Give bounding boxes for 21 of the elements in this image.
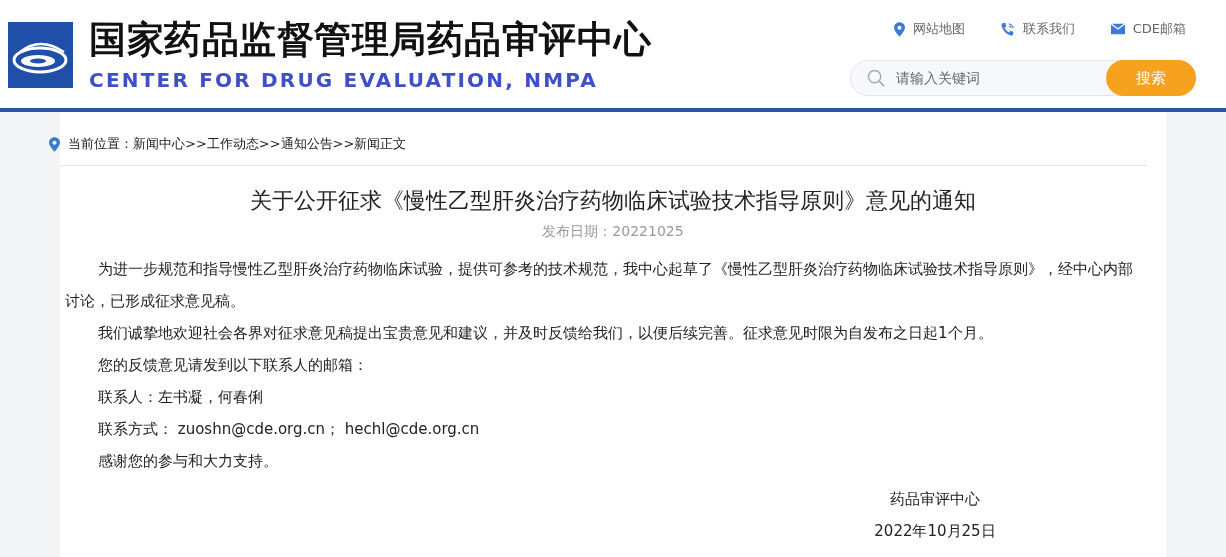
paragraph: 感谢您的参与和大力支持。: [97, 451, 279, 472]
phone-icon: [1000, 22, 1015, 36]
paragraph: 为进一步规范和指导慢性乙型肝炎治疗药物临床试验，提供可参考的技术规范，我中心起草了《慢性乙型肝炎治疗药物临床试验技术指导原则》，经中心内部讨论，已形成征求意见稿。: [65, 259, 1134, 312]
top-link[interactable]: 联系我们: [1000, 20, 1075, 38]
search-icon: [867, 68, 886, 88]
signature-line: 2022年10月25日: [874, 521, 996, 542]
paragraph: 我们诚挚地欢迎社会各界对征求意见稿提出宝贵意见和建议，并及时反馈给我们，以便后续完善。征求意见时限为自发布之日起1个月。: [97, 323, 994, 344]
paragraph: 您的反馈意见请发到以下联系人的邮箱：: [97, 355, 369, 376]
logo-icon: [8, 22, 73, 88]
top-link[interactable]: CDE邮箱: [1110, 20, 1186, 38]
breadcrumb: 当前位置：新闻中心>>工作动态>>通知公告>>新闻正文: [68, 135, 407, 153]
paragraph: 联系方式： zuoshn@cde.org.cn； hechl@cde.org.cn: [97, 419, 481, 440]
top-link[interactable]: 网站地图: [893, 20, 965, 38]
site-title: 国家药品监督管理局药品审评中心: [89, 18, 652, 62]
paragraph: 联系人：左书凝，何春俐: [97, 387, 264, 408]
site-subtitle: CENTER FOR DRUG EVALUATION, NMPA: [89, 67, 599, 94]
publish-date: 发布日期：20221025: [541, 223, 685, 241]
mail-icon: [1110, 22, 1125, 36]
signature-line: 药品审评中心: [890, 489, 980, 510]
article-title: 关于公开征求《慢性乙型肝炎治疗药物临床试验技术指导原则》意见的通知: [249, 187, 977, 215]
location-pin-icon: [893, 21, 905, 37]
